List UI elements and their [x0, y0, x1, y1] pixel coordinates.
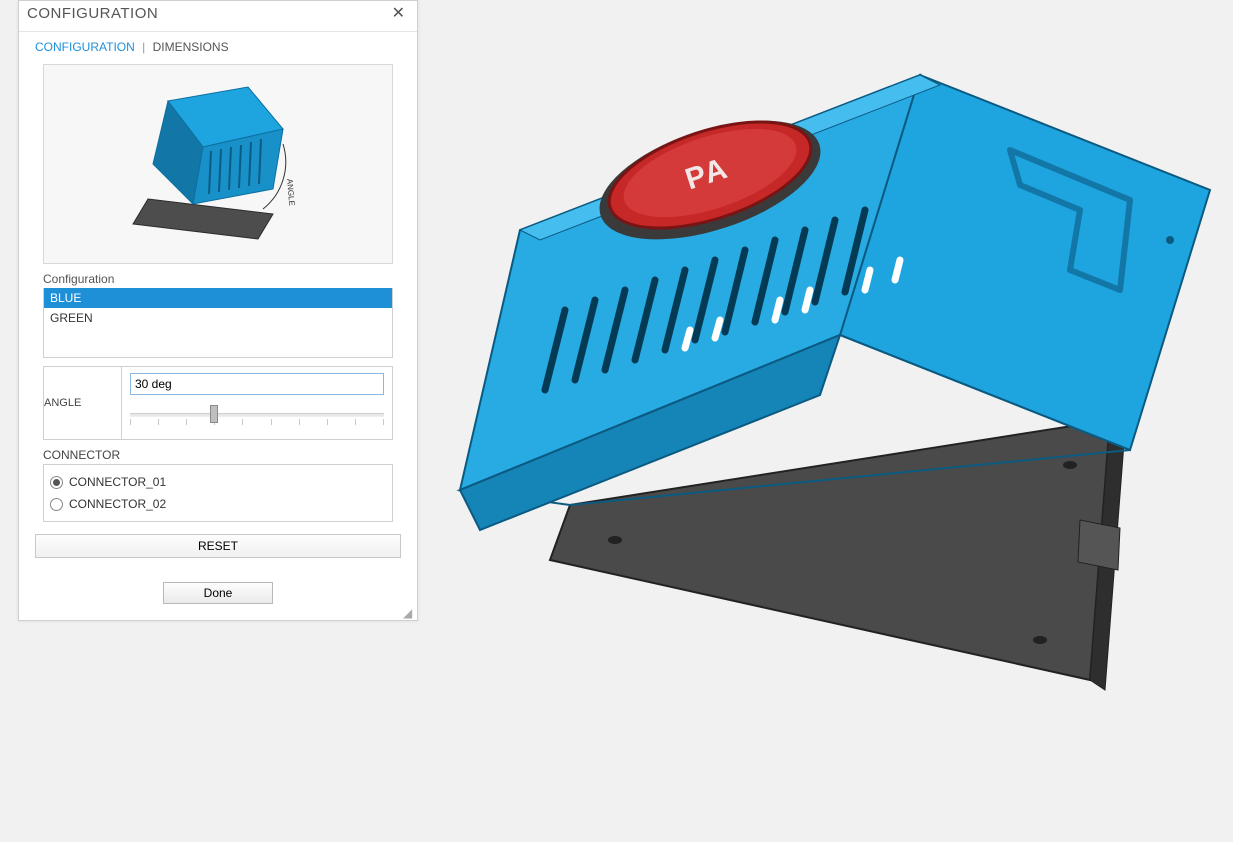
configuration-list[interactable]: BLUE GREEN [43, 288, 393, 358]
configuration-panel: CONFIGURATION ✕ CONFIGURATION | DIMENSIO… [18, 0, 418, 621]
preview-svg: ANGLE [113, 69, 323, 259]
model-viewport[interactable]: PA [430, 0, 1233, 842]
radio-icon [50, 498, 63, 511]
config-option-green[interactable]: GREEN [44, 308, 392, 328]
radio-icon [50, 476, 63, 489]
tab-configuration[interactable]: CONFIGURATION [35, 40, 135, 54]
close-icon[interactable]: ✕ [388, 1, 409, 25]
svg-text:ANGLE: ANGLE [285, 178, 296, 206]
tab-separator: | [142, 40, 145, 54]
angle-slider-thumb[interactable] [210, 405, 218, 423]
panel-title: CONFIGURATION [27, 5, 158, 22]
radio-connector-01[interactable]: CONNECTOR_01 [50, 471, 386, 493]
panel-header: CONFIGURATION ✕ [19, 1, 417, 32]
configuration-label: Configuration [19, 272, 417, 286]
radio-label: CONNECTOR_02 [69, 497, 166, 511]
resize-grip-icon: ◢ [403, 606, 415, 618]
connector-group: CONNECTOR_01 CONNECTOR_02 [43, 464, 393, 522]
connector-label: CONNECTOR [43, 448, 393, 462]
preview-thumbnail: ANGLE [43, 64, 393, 264]
angle-label: ANGLE [43, 366, 121, 440]
radio-label: CONNECTOR_01 [69, 475, 166, 489]
reset-button[interactable]: RESET [35, 534, 401, 558]
angle-row: ANGLE [43, 366, 393, 440]
done-button[interactable]: Done [163, 582, 273, 604]
angle-input[interactable] [130, 373, 384, 395]
config-option-blue[interactable]: BLUE [44, 288, 392, 308]
angle-slider[interactable] [130, 403, 384, 431]
radio-connector-02[interactable]: CONNECTOR_02 [50, 493, 386, 515]
panel-tabs: CONFIGURATION | DIMENSIONS [19, 32, 417, 60]
model-render: PA [430, 0, 1230, 820]
tab-dimensions[interactable]: DIMENSIONS [153, 40, 229, 54]
